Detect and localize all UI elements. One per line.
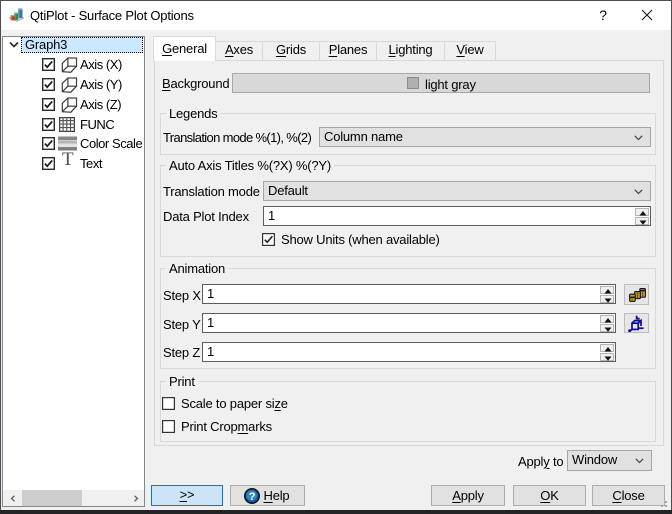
svg-text:?: ? [249,491,256,503]
